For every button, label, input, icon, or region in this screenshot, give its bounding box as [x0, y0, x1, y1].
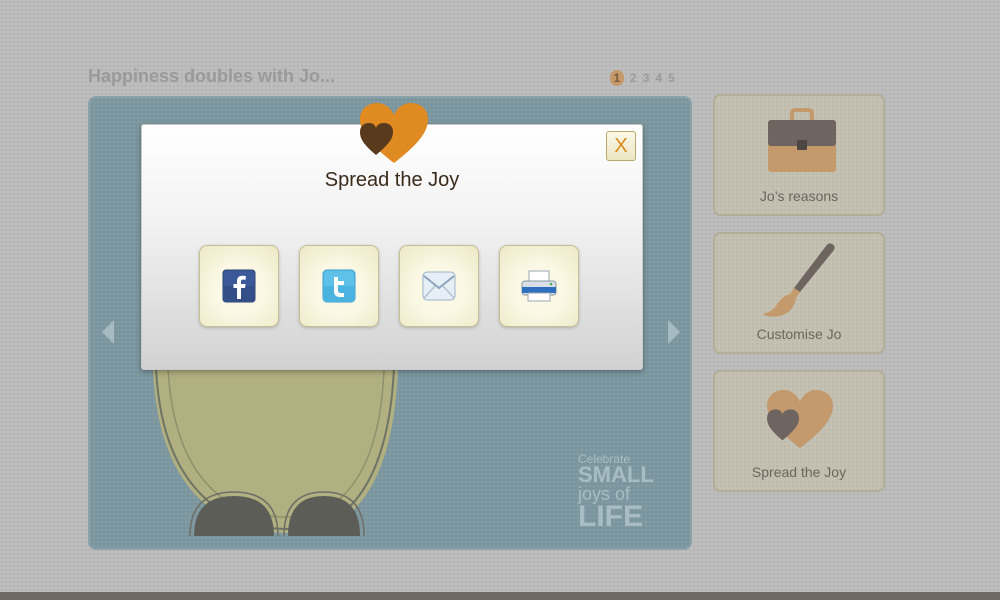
sidebar-card-label: Jo’s reasons	[759, 188, 839, 204]
next-slide-arrow[interactable]	[668, 320, 680, 344]
pager-page-2[interactable]: 2	[630, 71, 637, 85]
sidebar-card-spread-the-joy[interactable]: Spread the Joy	[713, 370, 885, 492]
watermark-line-4: LIFE	[578, 500, 643, 534]
printer-icon	[521, 270, 557, 302]
sidebar-card-jos-reasons[interactable]: Jo’s reasons	[713, 94, 885, 216]
hearts-icon	[767, 390, 833, 449]
facebook-icon	[222, 269, 256, 303]
pager: 1 2 3 4 5	[610, 70, 675, 86]
sidebar-card-customise-jo[interactable]: Customise Jo	[713, 232, 885, 354]
close-modal-button[interactable]: X	[606, 131, 636, 161]
sidebar-card-label: Customise Jo	[756, 326, 842, 342]
twitter-icon	[322, 269, 356, 303]
pager-page-5[interactable]: 5	[668, 71, 675, 85]
share-email-button[interactable]	[399, 245, 479, 327]
share-buttons	[199, 245, 579, 327]
pager-page-3[interactable]: 3	[643, 71, 650, 85]
share-modal: Spread the Joy X	[141, 103, 643, 370]
watermark-line-2: SMALL	[578, 462, 654, 488]
pager-page-4[interactable]: 4	[655, 71, 662, 85]
celebrate-small-joys-watermark: Celebrate SMALL joys of LIFE	[578, 453, 654, 534]
hearts-icon	[360, 103, 428, 163]
previous-slide-arrow[interactable]	[102, 320, 114, 344]
pager-page-1[interactable]: 1	[610, 70, 624, 86]
sidebar-card-label: Spread the Joy	[751, 464, 847, 480]
modal-title: Spread the Joy	[324, 169, 460, 191]
email-icon	[422, 271, 456, 301]
page-title: Happiness doubles with Jo...	[88, 66, 336, 86]
share-facebook-button[interactable]	[199, 245, 279, 327]
footer-bar	[0, 592, 1000, 600]
paintbrush-icon	[762, 243, 835, 317]
share-twitter-button[interactable]	[299, 245, 379, 327]
print-button[interactable]	[499, 245, 579, 327]
briefcase-icon	[768, 108, 836, 172]
